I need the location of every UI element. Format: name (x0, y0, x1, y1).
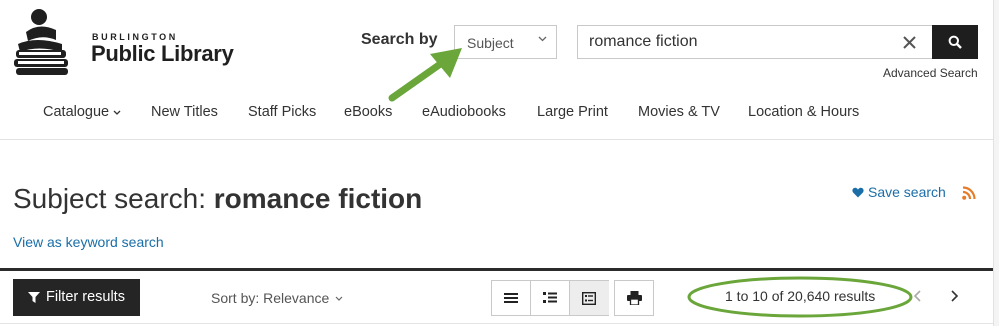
save-search-label: Save search (868, 184, 946, 200)
view-mode-group (491, 280, 609, 316)
results-divider (0, 268, 993, 271)
chevron-left-icon[interactable] (913, 289, 923, 303)
detail-view-button[interactable] (570, 281, 609, 315)
view-as-keyword-link[interactable]: View as keyword search (13, 234, 164, 250)
nav-item-new-titles[interactable]: New Titles (151, 104, 218, 120)
list-view-icon (504, 293, 518, 303)
page-title: Subject search: romance fiction (13, 183, 422, 215)
rss-icon[interactable] (962, 186, 976, 200)
search-button[interactable] (932, 25, 978, 59)
nav-item-location-hours[interactable]: Location & Hours (748, 104, 859, 120)
library-logo[interactable]: BURLINGTON Public Library (12, 8, 252, 78)
search-by-selected-value: Subject (467, 35, 514, 51)
bottom-border (0, 323, 993, 324)
annotation-arrow (388, 48, 462, 102)
list-view-button[interactable] (492, 281, 531, 315)
summary-view-button[interactable] (531, 281, 570, 315)
chevron-right-icon[interactable] (949, 289, 959, 303)
nav-item-catalogue[interactable]: Catalogue (43, 104, 121, 120)
logo-name-text: Public Library (91, 41, 234, 66)
annotation-ellipse (687, 276, 913, 318)
chevron-down-icon (113, 110, 121, 115)
print-button[interactable] (614, 280, 654, 316)
scrollbar-edge (993, 0, 999, 326)
summary-view-icon (543, 292, 557, 303)
filter-results-label: Filter results (46, 289, 125, 305)
nav-item-movies-tv[interactable]: Movies & TV (638, 104, 720, 120)
save-search-link[interactable]: Save search (852, 184, 946, 200)
chevron-down-icon (538, 36, 547, 42)
nav-item-staff-picks[interactable]: Staff Picks (248, 104, 316, 120)
nav-item-label: Catalogue (43, 104, 110, 120)
title-query: romance fiction (213, 183, 423, 214)
book-stack-reader-logo-icon (14, 9, 68, 75)
site-header: BURLINGTON Public Library Search by Subj… (0, 0, 999, 140)
title-prefix: Subject search: (13, 183, 214, 214)
print-icon (627, 291, 642, 305)
filter-results-button[interactable]: Filter results (13, 279, 140, 316)
search-input[interactable] (578, 26, 888, 58)
nav-item-eaudiobooks[interactable]: eAudiobooks (422, 104, 506, 120)
search-icon (948, 35, 962, 49)
nav-item-ebooks[interactable]: eBooks (344, 104, 392, 120)
sort-by-select[interactable]: Sort by: Relevance (211, 290, 343, 306)
chevron-down-icon (335, 296, 343, 301)
nav-item-large-print[interactable]: Large Print (537, 104, 608, 120)
search-field[interactable] (577, 25, 933, 59)
detail-view-icon (582, 292, 596, 305)
advanced-search-link[interactable]: Advanced Search (883, 66, 978, 80)
sort-by-label: Sort by: Relevance (211, 290, 330, 306)
heart-icon (852, 187, 864, 198)
filter-icon (28, 292, 40, 303)
close-icon[interactable] (900, 34, 920, 52)
